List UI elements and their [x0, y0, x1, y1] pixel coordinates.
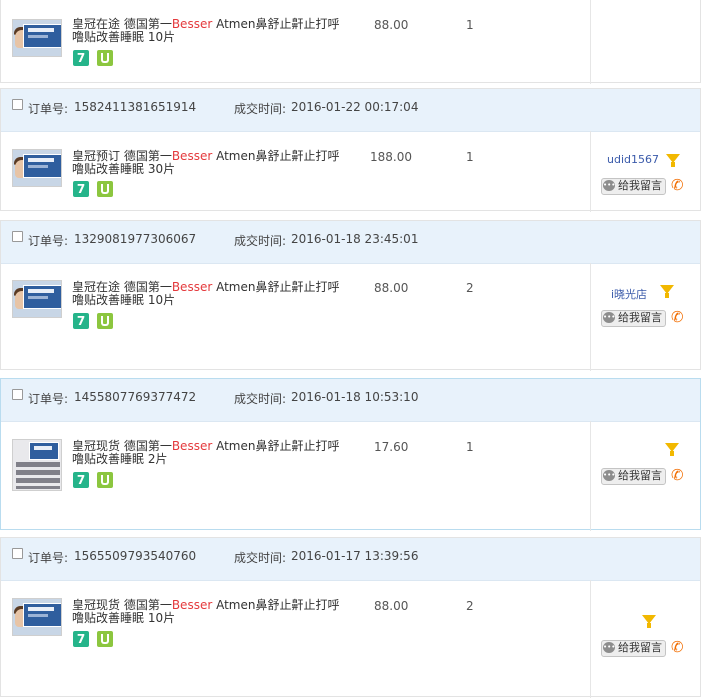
seven-day-return-icon: 7: [73, 313, 89, 329]
deal-time-label: 成交时间:: [234, 102, 287, 116]
deal-time-label: 成交时间:: [234, 551, 287, 565]
price: 88.00: [374, 18, 409, 32]
message-button[interactable]: ••• 给我留言: [601, 468, 666, 485]
order-row-partial: 皇冠在途 德国第一Besser Atmen鼻舒止鼾止打呼噜贴改善睡眠 10片 7…: [0, 0, 701, 84]
guarantee-icon: [97, 50, 113, 66]
order-header: 订单号: 1329081977306067 成交时间: 2016-01-18 2…: [1, 221, 700, 264]
filter-funnel-icon[interactable]: [642, 615, 656, 628]
order-number-label: 订单号:: [28, 102, 69, 116]
phone-icon[interactable]: ✆: [671, 178, 684, 193]
product-thumbnail[interactable]: [12, 19, 62, 57]
phone-icon[interactable]: ✆: [671, 640, 684, 655]
price: 88.00: [374, 281, 409, 295]
order-header: 订单号: 1565509793540760 成交时间: 2016-01-17 1…: [1, 538, 700, 581]
message-button[interactable]: ••• 给我留言: [601, 310, 666, 327]
deal-time: 2016-01-17 13:39:56: [291, 549, 419, 563]
order-checkbox[interactable]: [12, 548, 23, 559]
column-divider: [590, 421, 591, 531]
message-button[interactable]: ••• 给我留言: [601, 178, 666, 195]
price: 88.00: [374, 599, 409, 613]
order-number-label: 订单号:: [28, 551, 69, 565]
phone-icon[interactable]: ✆: [671, 310, 684, 325]
column-divider: [590, 263, 591, 371]
quantity: 2: [466, 599, 474, 613]
guarantee-icon: [97, 631, 113, 647]
order-number: 1565509793540760: [74, 549, 197, 563]
guarantee-icon: [97, 181, 113, 197]
product-thumbnail[interactable]: [12, 598, 62, 636]
guarantee-icon: [97, 472, 113, 488]
order-header: 订单号: 1582411381651914 成交时间: 2016-01-22 0…: [1, 89, 700, 132]
quantity: 1: [466, 18, 474, 32]
product-title-link[interactable]: 皇冠在途 德国第一Besser Atmen鼻舒止鼾止打呼噜贴改善睡眠 10片: [72, 18, 344, 44]
price: 188.00: [370, 150, 412, 164]
order-block: 订单号: 1565509793540760 成交时间: 2016-01-17 1…: [0, 537, 701, 698]
order-number-label: 订单号:: [28, 392, 69, 406]
message-icon: •••: [603, 180, 616, 191]
seven-day-return-icon: 7: [73, 50, 89, 66]
product-thumbnail[interactable]: [12, 149, 62, 187]
order-number-label: 订单号:: [28, 234, 69, 248]
order-block: 订单号: 1329081977306067 成交时间: 2016-01-18 2…: [0, 220, 701, 371]
deal-time-label: 成交时间:: [234, 392, 287, 406]
filter-funnel-icon[interactable]: [666, 154, 680, 167]
message-button[interactable]: ••• 给我留言: [601, 640, 666, 657]
order-number: 1455807769377472: [74, 390, 197, 404]
seven-day-return-icon: 7: [73, 631, 89, 647]
message-icon: •••: [603, 312, 616, 323]
filter-funnel-icon[interactable]: [665, 443, 679, 456]
deal-time: 2016-01-22 00:17:04: [291, 100, 419, 114]
order-block: 订单号: 1582411381651914 成交时间: 2016-01-22 0…: [0, 88, 701, 212]
order-checkbox[interactable]: [12, 231, 23, 242]
order-number: 1329081977306067: [74, 232, 197, 246]
guarantee-icon: [97, 313, 113, 329]
phone-icon[interactable]: ✆: [671, 468, 684, 483]
product-title-link[interactable]: 皇冠现货 德国第一Besser Atmen鼻舒止鼾止打呼噜贴改善睡眠 10片: [72, 599, 344, 625]
product-thumbnail[interactable]: [12, 439, 62, 491]
seven-day-return-icon: 7: [73, 181, 89, 197]
filter-funnel-icon[interactable]: [660, 285, 674, 298]
column-divider: [590, 580, 591, 698]
quantity: 2: [466, 281, 474, 295]
order-block: 订单号: 1455807769377472 成交时间: 2016-01-18 1…: [0, 378, 701, 531]
seven-day-return-icon: 7: [73, 472, 89, 488]
deal-time-label: 成交时间:: [234, 234, 287, 248]
product-title-link[interactable]: 皇冠在途 德国第一Besser Atmen鼻舒止鼾止打呼噜贴改善睡眠 10片: [72, 281, 344, 307]
product-title-link[interactable]: 皇冠现货 德国第一Besser Atmen鼻舒止鼾止打呼噜贴改善睡眠 2片: [72, 440, 344, 466]
product-title-link[interactable]: 皇冠预订 德国第一Besser Atmen鼻舒止鼾止打呼噜贴改善睡眠 30片: [72, 150, 344, 176]
order-number: 1582411381651914: [74, 100, 197, 114]
order-checkbox[interactable]: [12, 389, 23, 400]
column-divider: [590, 0, 591, 84]
order-checkbox[interactable]: [12, 99, 23, 110]
quantity: 1: [466, 150, 474, 164]
deal-time: 2016-01-18 23:45:01: [291, 232, 419, 246]
quantity: 1: [466, 440, 474, 454]
column-divider: [590, 131, 591, 212]
buyer-name[interactable]: i晓光店: [611, 286, 647, 302]
message-icon: •••: [603, 470, 616, 481]
buyer-name[interactable]: udid1567: [607, 153, 659, 166]
message-icon: •••: [603, 642, 616, 653]
product-thumbnail[interactable]: [12, 280, 62, 318]
price: 17.60: [374, 440, 409, 454]
order-header: 订单号: 1455807769377472 成交时间: 2016-01-18 1…: [1, 379, 700, 422]
deal-time: 2016-01-18 10:53:10: [291, 390, 419, 404]
